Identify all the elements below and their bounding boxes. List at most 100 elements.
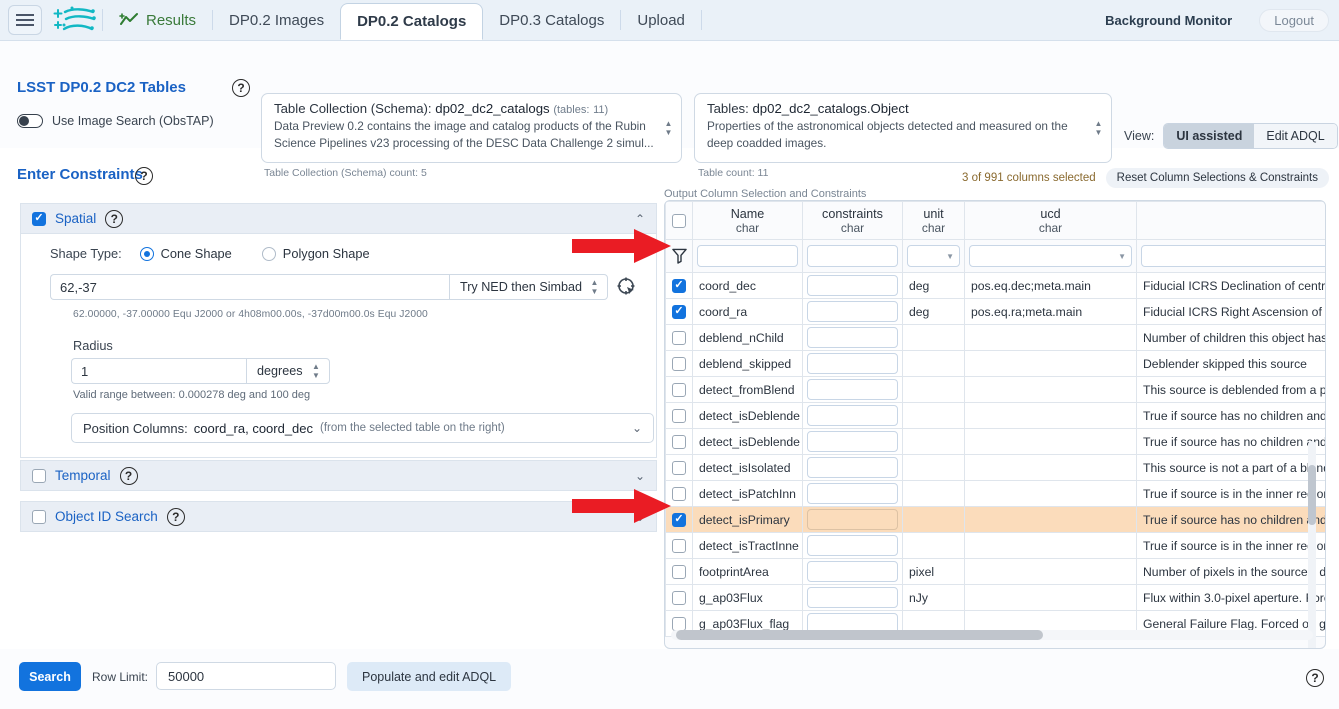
cell-constraints[interactable] (803, 455, 903, 481)
header-constraints[interactable]: constraints char (803, 202, 903, 240)
row-checkbox[interactable] (672, 435, 686, 449)
tab-dp03-catalogs[interactable]: DP0.3 Catalogs (483, 0, 620, 40)
table-row[interactable]: detect_isPatchInnTrue if source is in th… (666, 481, 1327, 507)
background-monitor-button[interactable]: Background Monitor (1091, 13, 1246, 28)
radius-input[interactable]: 1 (71, 358, 246, 384)
filter-icon-cell[interactable] (666, 240, 693, 273)
temporal-checkbox[interactable] (32, 469, 46, 483)
table-row[interactable]: detect_isDeblendeTrue if source has no c… (666, 403, 1327, 429)
header-ucd[interactable]: ucd char (965, 202, 1137, 240)
position-columns-select[interactable]: Position Columns: coord_ra, coord_dec (f… (71, 413, 654, 443)
row-checkbox-cell[interactable] (666, 403, 693, 429)
table-row[interactable]: detect_isTractInneTrue if source is in t… (666, 533, 1327, 559)
spatial-collapse-chevron-up-icon[interactable]: ⌃ (635, 212, 645, 226)
cell-constraints[interactable] (803, 533, 903, 559)
table-row[interactable]: g_ap03FluxnJyFlux within 3.0-pixel apert… (666, 585, 1327, 611)
filter-name-input[interactable] (697, 245, 798, 267)
cell-constraints[interactable] (803, 507, 903, 533)
table-row[interactable]: footprintAreapixelNumber of pixels in th… (666, 559, 1327, 585)
table-row[interactable]: detect_isPrimaryTrue if source has no ch… (666, 507, 1327, 533)
filter-ucd-cell[interactable]: ▼ (965, 240, 1137, 273)
constraint-input[interactable] (807, 431, 898, 452)
row-checkbox-cell[interactable] (666, 455, 693, 481)
constraint-input[interactable] (807, 405, 898, 426)
row-checkbox-cell[interactable] (666, 273, 693, 299)
object-id-checkbox[interactable] (32, 510, 46, 524)
table-row[interactable]: detect_fromBlendThis source is deblended… (666, 377, 1327, 403)
row-checkbox-cell[interactable] (666, 533, 693, 559)
cell-constraints[interactable] (803, 273, 903, 299)
cell-constraints[interactable] (803, 351, 903, 377)
row-limit-input[interactable]: 50000 (156, 662, 336, 690)
row-checkbox-cell[interactable] (666, 325, 693, 351)
row-checkbox-cell[interactable] (666, 507, 693, 533)
temporal-help-icon[interactable]: ? (120, 467, 138, 485)
header-help-icon[interactable]: ? (232, 79, 250, 97)
constraint-input[interactable] (807, 327, 898, 348)
filter-name-cell[interactable] (693, 240, 803, 273)
row-checkbox[interactable] (672, 357, 686, 371)
tables-selector[interactable]: Tables: dp02_dc2_catalogs.Object Propert… (694, 93, 1112, 163)
temporal-expand-chevron-down-icon[interactable]: ⌄ (635, 469, 645, 483)
table-vertical-scrollbar[interactable] (1308, 441, 1316, 649)
tab-results[interactable]: Results (103, 0, 212, 40)
cell-constraints[interactable] (803, 299, 903, 325)
cell-constraints[interactable] (803, 585, 903, 611)
search-button[interactable]: Search (19, 662, 81, 691)
row-checkbox-cell[interactable] (666, 429, 693, 455)
row-checkbox-cell[interactable] (666, 351, 693, 377)
chevron-down-icon[interactable]: ⌄ (632, 421, 642, 435)
constraint-input[interactable] (807, 379, 898, 400)
populate-edit-adql-button[interactable]: Populate and edit ADQL (347, 662, 511, 691)
spatial-accordion-header[interactable]: Spatial ? ⌃ (20, 203, 657, 234)
radio-cone-shape[interactable]: Cone Shape (140, 246, 232, 261)
tab-upload[interactable]: Upload (621, 0, 701, 40)
table-row[interactable]: deblend_skippedDeblender skipped this so… (666, 351, 1327, 377)
filter-constraints-cell[interactable] (803, 240, 903, 273)
logout-button[interactable]: Logout (1259, 9, 1329, 32)
table-row[interactable]: coord_decdegpos.eq.dec;meta.mainFiducial… (666, 273, 1327, 299)
cell-constraints[interactable] (803, 481, 903, 507)
row-checkbox[interactable] (672, 487, 686, 501)
filter-ucd-select[interactable]: ▼ (969, 245, 1132, 267)
temporal-accordion-header[interactable]: Temporal ? ⌄ (20, 460, 657, 491)
spatial-help-icon[interactable]: ? (105, 210, 123, 228)
header-description[interactable]: description char (1137, 202, 1327, 240)
scrollbar-thumb[interactable] (676, 630, 1043, 640)
cell-constraints[interactable] (803, 325, 903, 351)
constraint-input[interactable] (807, 535, 898, 556)
row-checkbox[interactable] (672, 565, 686, 579)
filter-unit-select[interactable]: ▼ (907, 245, 960, 267)
row-checkbox[interactable] (672, 383, 686, 397)
filter-description-input[interactable] (1141, 245, 1326, 267)
table-row[interactable]: deblend_nChildNumber of children this ob… (666, 325, 1327, 351)
filter-unit-cell[interactable]: ▼ (903, 240, 965, 273)
table-collection-selector[interactable]: Table Collection (Schema): dp02_dc2_cata… (261, 93, 682, 163)
view-option-ui-assisted[interactable]: UI assisted (1164, 124, 1254, 148)
crosshair-target-icon[interactable] (617, 274, 637, 300)
cell-constraints[interactable] (803, 377, 903, 403)
row-checkbox[interactable] (672, 279, 686, 293)
tab-dp02-catalogs[interactable]: DP0.2 Catalogs (340, 3, 483, 40)
coordinates-input[interactable]: 62,-37 (50, 274, 449, 300)
constraint-input[interactable] (807, 353, 898, 374)
select-all-checkbox[interactable] (672, 214, 686, 228)
constraint-input[interactable] (807, 509, 898, 530)
filter-constraints-input[interactable] (807, 245, 898, 267)
row-checkbox-cell[interactable] (666, 559, 693, 585)
row-checkbox[interactable] (672, 409, 686, 423)
constraint-input[interactable] (807, 457, 898, 478)
table-row[interactable]: detect_isIsolatedThis source is not a pa… (666, 455, 1327, 481)
row-checkbox[interactable] (672, 591, 686, 605)
header-unit[interactable]: unit char (903, 202, 965, 240)
constraint-input[interactable] (807, 275, 898, 296)
filter-description-cell[interactable] (1137, 240, 1327, 273)
spatial-checkbox[interactable] (32, 212, 46, 226)
table-row[interactable]: coord_radegpos.eq.ra;meta.mainFiducial I… (666, 299, 1327, 325)
resolver-select[interactable]: Try NED then Simbad ▲▼ (449, 274, 608, 300)
tab-dp02-images[interactable]: DP0.2 Images (213, 0, 340, 40)
row-checkbox[interactable] (672, 305, 686, 319)
row-checkbox[interactable] (672, 617, 686, 631)
scrollbar-thumb[interactable] (1308, 465, 1316, 525)
view-option-edit-adql[interactable]: Edit ADQL (1254, 124, 1336, 148)
